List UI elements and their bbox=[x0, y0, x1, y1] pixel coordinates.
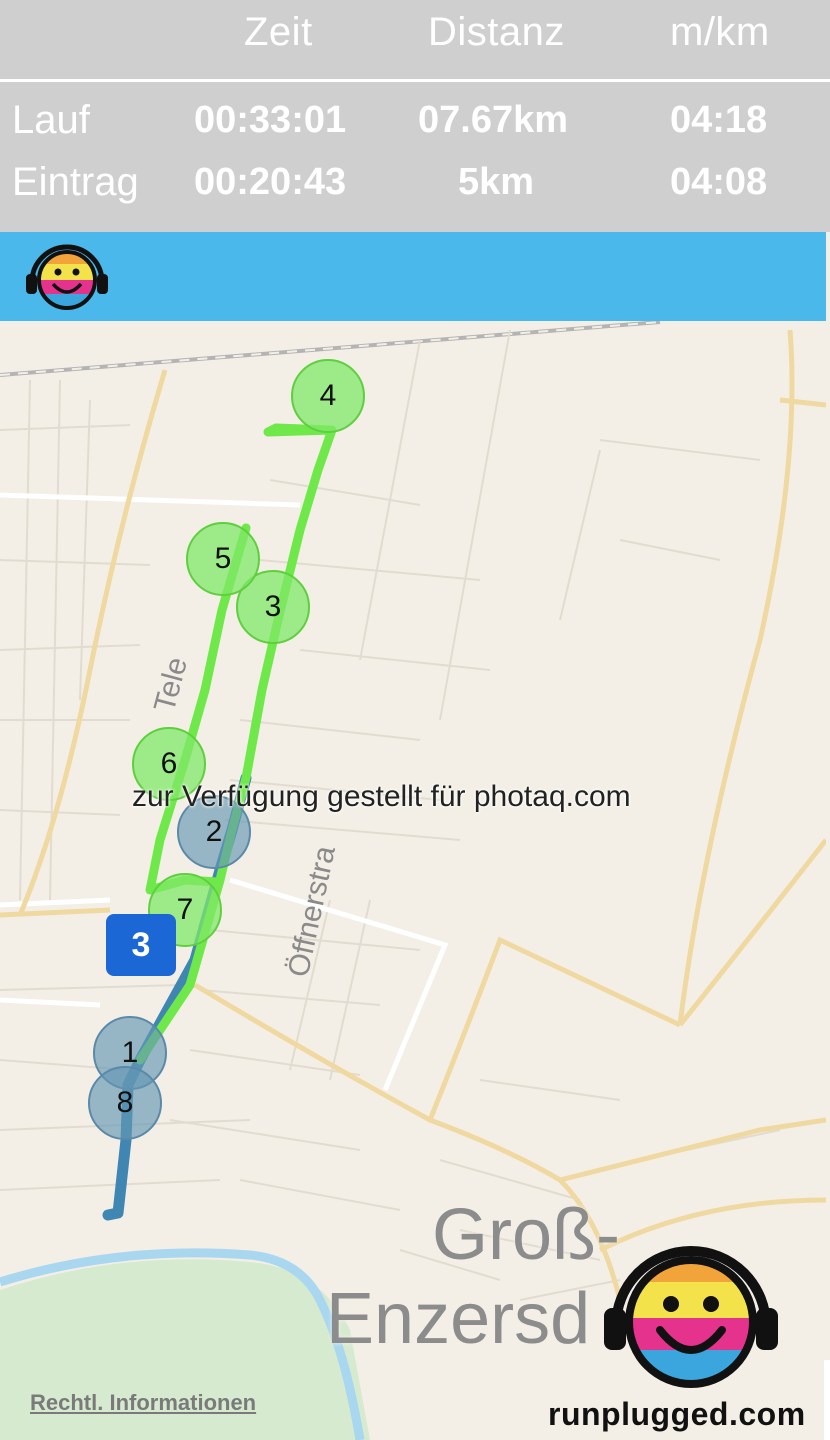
km-marker-5[interactable]: 5 bbox=[186, 522, 260, 596]
brand-url: runplugged.com bbox=[548, 1396, 806, 1432]
km-marker-4[interactable]: 4 bbox=[291, 359, 365, 433]
town-label-line2: Enzersd bbox=[326, 1279, 591, 1359]
route-badge[interactable]: 3 bbox=[106, 914, 176, 976]
town-label-line1: Groß- bbox=[432, 1195, 620, 1275]
row-label-lauf: Lauf bbox=[12, 98, 90, 142]
eintrag-time: 00:20:43 bbox=[194, 161, 347, 203]
watermark-text: zur Verfügung gestellt für photaq.com bbox=[132, 780, 631, 813]
runplugged-smiley-icon[interactable] bbox=[22, 238, 112, 318]
eintrag-distance: 5km bbox=[458, 161, 535, 203]
eintrag-pace: 04:08 bbox=[670, 161, 768, 203]
row-label-eintrag: Eintrag bbox=[12, 160, 139, 204]
header-distance: Distanz bbox=[428, 10, 565, 54]
lauf-pace: 04:18 bbox=[670, 99, 768, 141]
stats-divider bbox=[0, 79, 830, 82]
stats-panel: Zeit Distanz m/km Lauf 00:33:01 07.67km … bbox=[0, 0, 830, 232]
runplugged-large-logo-icon bbox=[604, 1246, 778, 1388]
legal-info-link[interactable]: Rechtl. Informationen bbox=[30, 1390, 256, 1416]
lauf-distance: 07.67km bbox=[418, 99, 569, 141]
lauf-time: 00:33:01 bbox=[194, 99, 347, 141]
map-edge-strip bbox=[824, 1360, 830, 1440]
app-bar bbox=[0, 232, 826, 321]
km-marker-8[interactable]: 8 bbox=[88, 1066, 162, 1140]
header-time: Zeit bbox=[244, 10, 313, 54]
header-pace: m/km bbox=[670, 10, 770, 54]
